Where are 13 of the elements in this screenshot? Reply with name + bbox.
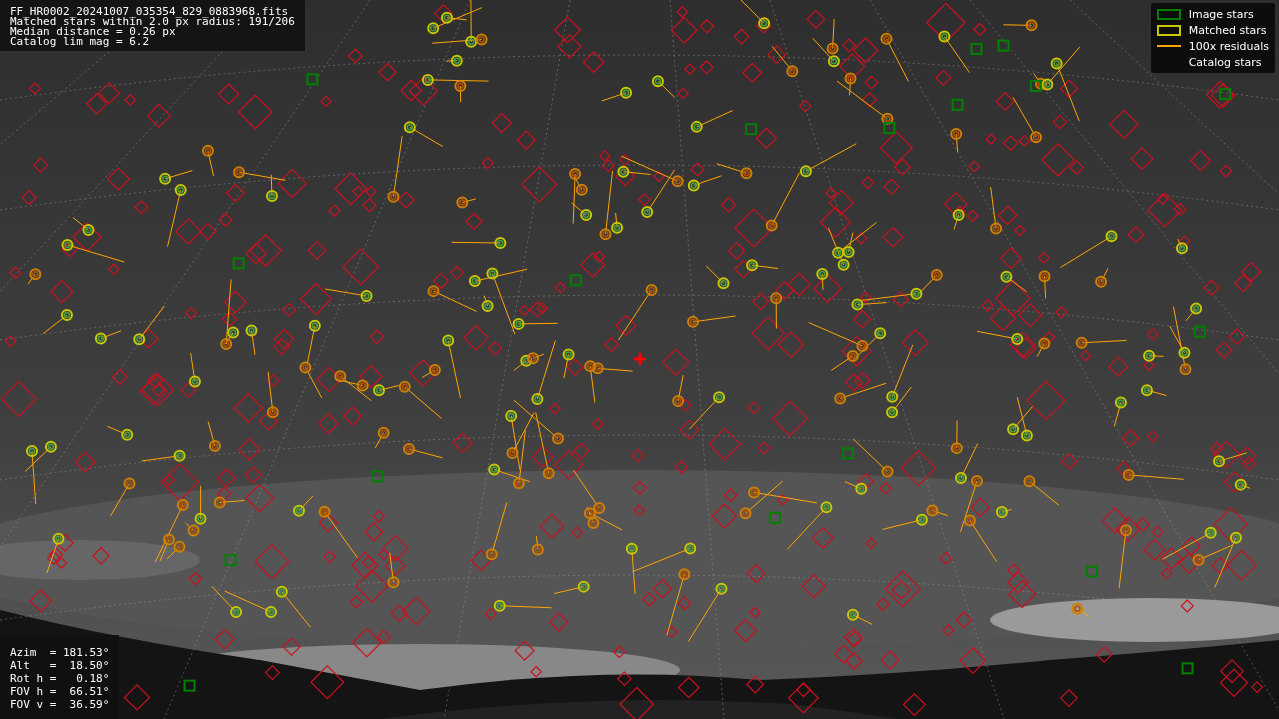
legend-label: Image stars <box>1188 7 1254 21</box>
info-text: Median distance = 0.26 px <box>10 27 176 37</box>
legend-label: Matched stars <box>1188 23 1267 37</box>
info-text: Catalog lim mag = 6.2 <box>10 37 151 47</box>
pointing-text: Azim = 181.53° <box>10 647 110 659</box>
info-text: FF_HR0002_20241007_035354_829_0883968.fits <box>10 7 289 17</box>
legend-label: Catalog stars <box>1188 55 1262 69</box>
pointing-text: Alt = 18.50° <box>10 660 110 672</box>
pointing-text: FOV v = 36.59° <box>10 699 110 711</box>
info-text: Matched stars within 2.0 px radius: 191/206 <box>10 17 295 27</box>
pointing-text: FOV h = 66.51° <box>10 686 110 698</box>
legend-label: 100x residuals <box>1188 39 1269 53</box>
pointing-text: Rot h = 0.18° <box>10 673 110 685</box>
